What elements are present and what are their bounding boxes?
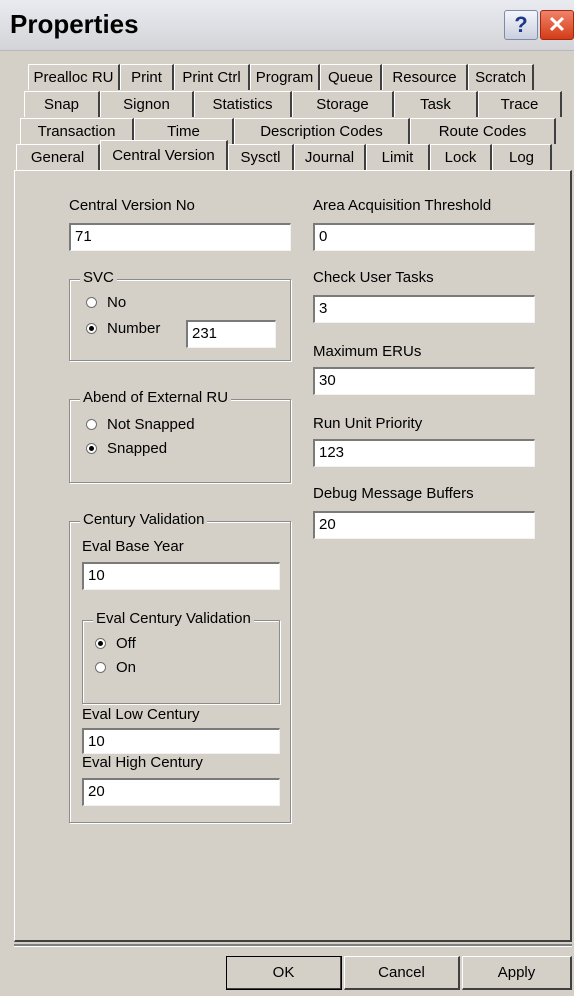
close-icon: ✕ xyxy=(547,12,567,37)
tab-signon[interactable]: Signon xyxy=(100,91,194,117)
svc-number-label: Number xyxy=(107,320,161,337)
eval-high-century-field[interactable]: 20 xyxy=(82,778,280,806)
tab-row-1: Prealloc RU Print Print Ctrl Program Que… xyxy=(28,64,534,90)
svc-number-radio[interactable]: Number xyxy=(86,320,160,337)
svc-no-radio[interactable]: No xyxy=(86,294,126,311)
tab-central-version[interactable]: Central Version xyxy=(100,140,228,170)
tab-sysctl[interactable]: Sysctl xyxy=(228,144,294,170)
area-acquisition-threshold-label: Area Acquisition Threshold xyxy=(313,197,492,214)
eval-on-radio-dot xyxy=(95,662,106,673)
bottom-separator xyxy=(14,944,572,947)
eval-off-radio[interactable]: Off xyxy=(95,635,136,652)
check-user-tasks-label: Check User Tasks xyxy=(313,269,434,286)
svc-group: SVC No Number 231 xyxy=(69,269,291,361)
properties-dialog: Properties ? ✕ Prealloc RU Print Print C… xyxy=(0,0,574,996)
run-unit-priority-field[interactable]: 123 xyxy=(313,439,535,467)
tab-journal[interactable]: Journal xyxy=(294,144,366,170)
eval-on-label: On xyxy=(116,659,137,676)
svc-number-field[interactable]: 231 xyxy=(186,320,276,348)
tab-lock[interactable]: Lock xyxy=(430,144,492,170)
tab-task[interactable]: Task xyxy=(394,91,478,117)
tab-description-codes[interactable]: Description Codes xyxy=(234,118,410,144)
ok-button[interactable]: OK xyxy=(226,956,342,990)
area-acquisition-threshold-field[interactable]: 0 xyxy=(313,223,535,251)
eval-low-century-field[interactable]: 10 xyxy=(82,728,280,754)
snapped-radio[interactable]: Snapped xyxy=(86,440,167,457)
century-validation-legend: Century Validation xyxy=(80,511,208,528)
tab-resource[interactable]: Resource xyxy=(382,64,468,90)
eval-base-year-field[interactable]: 10 xyxy=(82,562,280,590)
central-version-panel: Central Version No 71 SVC No Number 231 … xyxy=(14,170,572,942)
question-mark-icon: ? xyxy=(514,12,528,37)
eval-century-validation-group: Eval Century Validation Off On xyxy=(82,610,280,704)
cancel-button[interactable]: Cancel xyxy=(344,956,460,990)
abend-group: Abend of External RU Not Snapped Snapped xyxy=(69,389,291,483)
tab-program[interactable]: Program xyxy=(250,64,320,90)
tab-trace[interactable]: Trace xyxy=(478,91,562,117)
maximum-erus-label: Maximum ERUs xyxy=(313,343,422,360)
tab-print[interactable]: Print xyxy=(120,64,174,90)
title-bar[interactable]: Properties ? ✕ xyxy=(0,0,574,51)
svc-no-radio-dot xyxy=(86,297,97,308)
tab-row-2: Snap Signon Statistics Storage Task Trac… xyxy=(24,91,562,117)
tab-snap[interactable]: Snap xyxy=(24,91,100,117)
snapped-radio-dot xyxy=(86,443,97,454)
snapped-label: Snapped xyxy=(107,440,168,457)
maximum-erus-field[interactable]: 30 xyxy=(313,367,535,395)
tab-prealloc-ru[interactable]: Prealloc RU xyxy=(28,64,120,90)
run-unit-priority-label: Run Unit Priority xyxy=(313,415,423,432)
svc-legend: SVC xyxy=(80,269,117,286)
tab-general[interactable]: General xyxy=(16,144,100,170)
eval-high-century-label: Eval High Century xyxy=(82,754,203,771)
close-button[interactable]: ✕ xyxy=(540,10,574,40)
central-version-no-label: Central Version No xyxy=(69,197,195,214)
eval-off-radio-dot xyxy=(95,638,106,649)
eval-base-year-label: Eval Base Year xyxy=(82,538,184,555)
tab-statistics[interactable]: Statistics xyxy=(194,91,292,117)
eval-low-century-label: Eval Low Century xyxy=(82,706,200,723)
eval-off-label: Off xyxy=(116,635,136,652)
tab-log[interactable]: Log xyxy=(492,144,552,170)
tab-print-ctrl[interactable]: Print Ctrl xyxy=(174,64,250,90)
debug-message-buffers-field[interactable]: 20 xyxy=(313,511,535,539)
tab-scratch[interactable]: Scratch xyxy=(468,64,534,90)
central-version-no-field[interactable]: 71 xyxy=(69,223,291,251)
svc-number-radio-dot xyxy=(86,323,97,334)
eval-century-validation-legend: Eval Century Validation xyxy=(93,610,254,627)
century-validation-group: Century Validation Eval Base Year 10 Eva… xyxy=(69,511,291,823)
not-snapped-label: Not Snapped xyxy=(107,416,195,433)
tab-queue[interactable]: Queue xyxy=(320,64,382,90)
eval-on-radio[interactable]: On xyxy=(95,659,136,676)
tab-row-4: General Central Version Sysctl Journal L… xyxy=(16,140,552,170)
svc-no-label: No xyxy=(107,294,127,311)
abend-legend: Abend of External RU xyxy=(80,389,232,406)
tab-limit[interactable]: Limit xyxy=(366,144,430,170)
window-title: Properties xyxy=(10,9,139,39)
apply-button[interactable]: Apply xyxy=(462,956,572,990)
check-user-tasks-field[interactable]: 3 xyxy=(313,295,535,323)
tab-storage[interactable]: Storage xyxy=(292,91,394,117)
debug-message-buffers-label: Debug Message Buffers xyxy=(313,485,474,502)
help-button[interactable]: ? xyxy=(504,10,538,40)
not-snapped-radio[interactable]: Not Snapped xyxy=(86,416,195,433)
not-snapped-radio-dot xyxy=(86,419,97,430)
tab-route-codes[interactable]: Route Codes xyxy=(410,118,556,144)
